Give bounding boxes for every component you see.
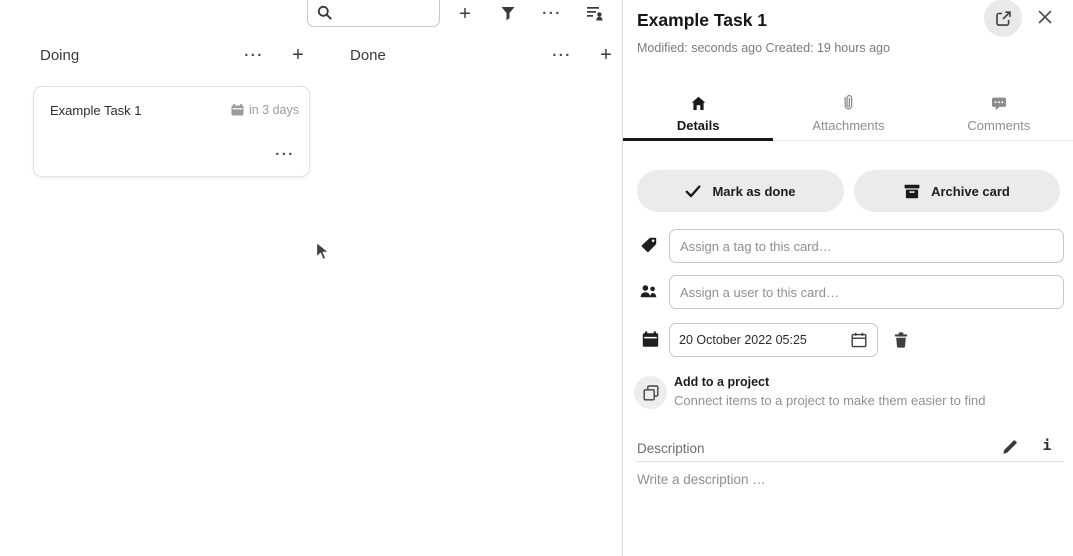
panel-tabbar: Details Attachments Comments — [623, 84, 1073, 141]
card-due-label: in 3 days — [249, 103, 299, 117]
add-to-project-title[interactable]: Add to a project — [674, 375, 769, 389]
filter-funnel-icon — [501, 6, 515, 21]
pencil-icon — [1002, 439, 1018, 455]
chat-bubble-icon — [991, 89, 1007, 111]
open-external-button[interactable] — [984, 0, 1022, 37]
archive-box-icon — [904, 184, 920, 199]
search-icon — [317, 5, 332, 25]
description-placeholder[interactable]: Write a description … — [637, 472, 766, 487]
remove-due-date-button[interactable] — [889, 328, 913, 352]
mouse-cursor — [315, 241, 332, 268]
calendar-icon — [231, 104, 244, 116]
archive-card-label: Archive card — [931, 184, 1010, 199]
panel-title: Example Task 1 — [637, 10, 767, 31]
task-detail-panel: Example Task 1 Modified: seconds ago Cre… — [622, 0, 1073, 556]
column-done-more-button[interactable]: ··· — [550, 45, 574, 65]
tab-attachments[interactable]: Attachments — [773, 84, 923, 140]
tab-attachments-label: Attachments — [812, 118, 884, 133]
assign-user-input[interactable] — [669, 275, 1064, 309]
card-more-button[interactable]: ··· — [273, 144, 297, 164]
tab-comments-label: Comments — [967, 118, 1030, 133]
due-date-value: 20 October 2022 05:25 — [679, 333, 849, 347]
filter-button[interactable] — [499, 4, 517, 22]
open-calendar-button[interactable] — [849, 330, 869, 350]
users-icon — [640, 284, 658, 303]
mark-as-done-button[interactable]: Mark as done — [637, 170, 844, 212]
card-title: Example Task 1 — [50, 103, 142, 118]
column-done-add-button[interactable]: + — [595, 43, 617, 67]
calendar-outline-icon — [851, 332, 867, 348]
column-doing-add-button[interactable]: + — [287, 43, 309, 67]
card-due-date: in 3 days — [231, 103, 299, 117]
column-title-doing: Doing — [40, 47, 79, 64]
edit-description-button[interactable] — [999, 436, 1021, 458]
tab-details-label: Details — [677, 118, 720, 133]
close-panel-button[interactable] — [1033, 5, 1057, 29]
project-stack-icon — [643, 385, 659, 401]
home-icon — [691, 89, 706, 111]
assign-tag-input[interactable] — [669, 229, 1064, 263]
trash-icon — [894, 332, 908, 348]
close-icon — [1038, 10, 1052, 24]
kanban-board: + ··· Doing ··· + Done ··· + Example Tas… — [0, 0, 622, 556]
description-label: Description — [637, 441, 705, 456]
external-link-icon — [995, 10, 1012, 27]
add-to-project-subtitle: Connect items to a project to make them … — [674, 393, 985, 408]
due-date-field[interactable]: 20 October 2022 05:25 — [669, 323, 878, 357]
description-info-button[interactable]: i — [1037, 435, 1057, 457]
tag-icon — [641, 237, 657, 258]
paperclip-icon — [842, 89, 855, 111]
column-doing-more-button[interactable]: ··· — [242, 45, 266, 65]
archive-card-button[interactable]: Archive card — [854, 170, 1060, 212]
list-person-view-icon — [586, 5, 604, 21]
add-to-project-button[interactable] — [634, 376, 667, 409]
board-add-button[interactable]: + — [454, 2, 476, 25]
panel-meta: Modified: seconds ago Created: 19 hours … — [637, 41, 890, 55]
due-date-icon — [642, 331, 659, 353]
column-title-done: Done — [350, 47, 386, 64]
task-card[interactable]: Example Task 1 in 3 days ··· — [33, 86, 310, 177]
tab-details[interactable]: Details — [623, 84, 773, 140]
tab-comments[interactable]: Comments — [924, 84, 1073, 140]
mark-as-done-label: Mark as done — [712, 184, 795, 199]
active-tab-underline — [623, 138, 773, 141]
description-divider — [637, 461, 1064, 462]
check-icon — [685, 185, 701, 198]
board-more-button[interactable]: ··· — [540, 2, 564, 24]
view-options-button[interactable] — [585, 4, 605, 22]
